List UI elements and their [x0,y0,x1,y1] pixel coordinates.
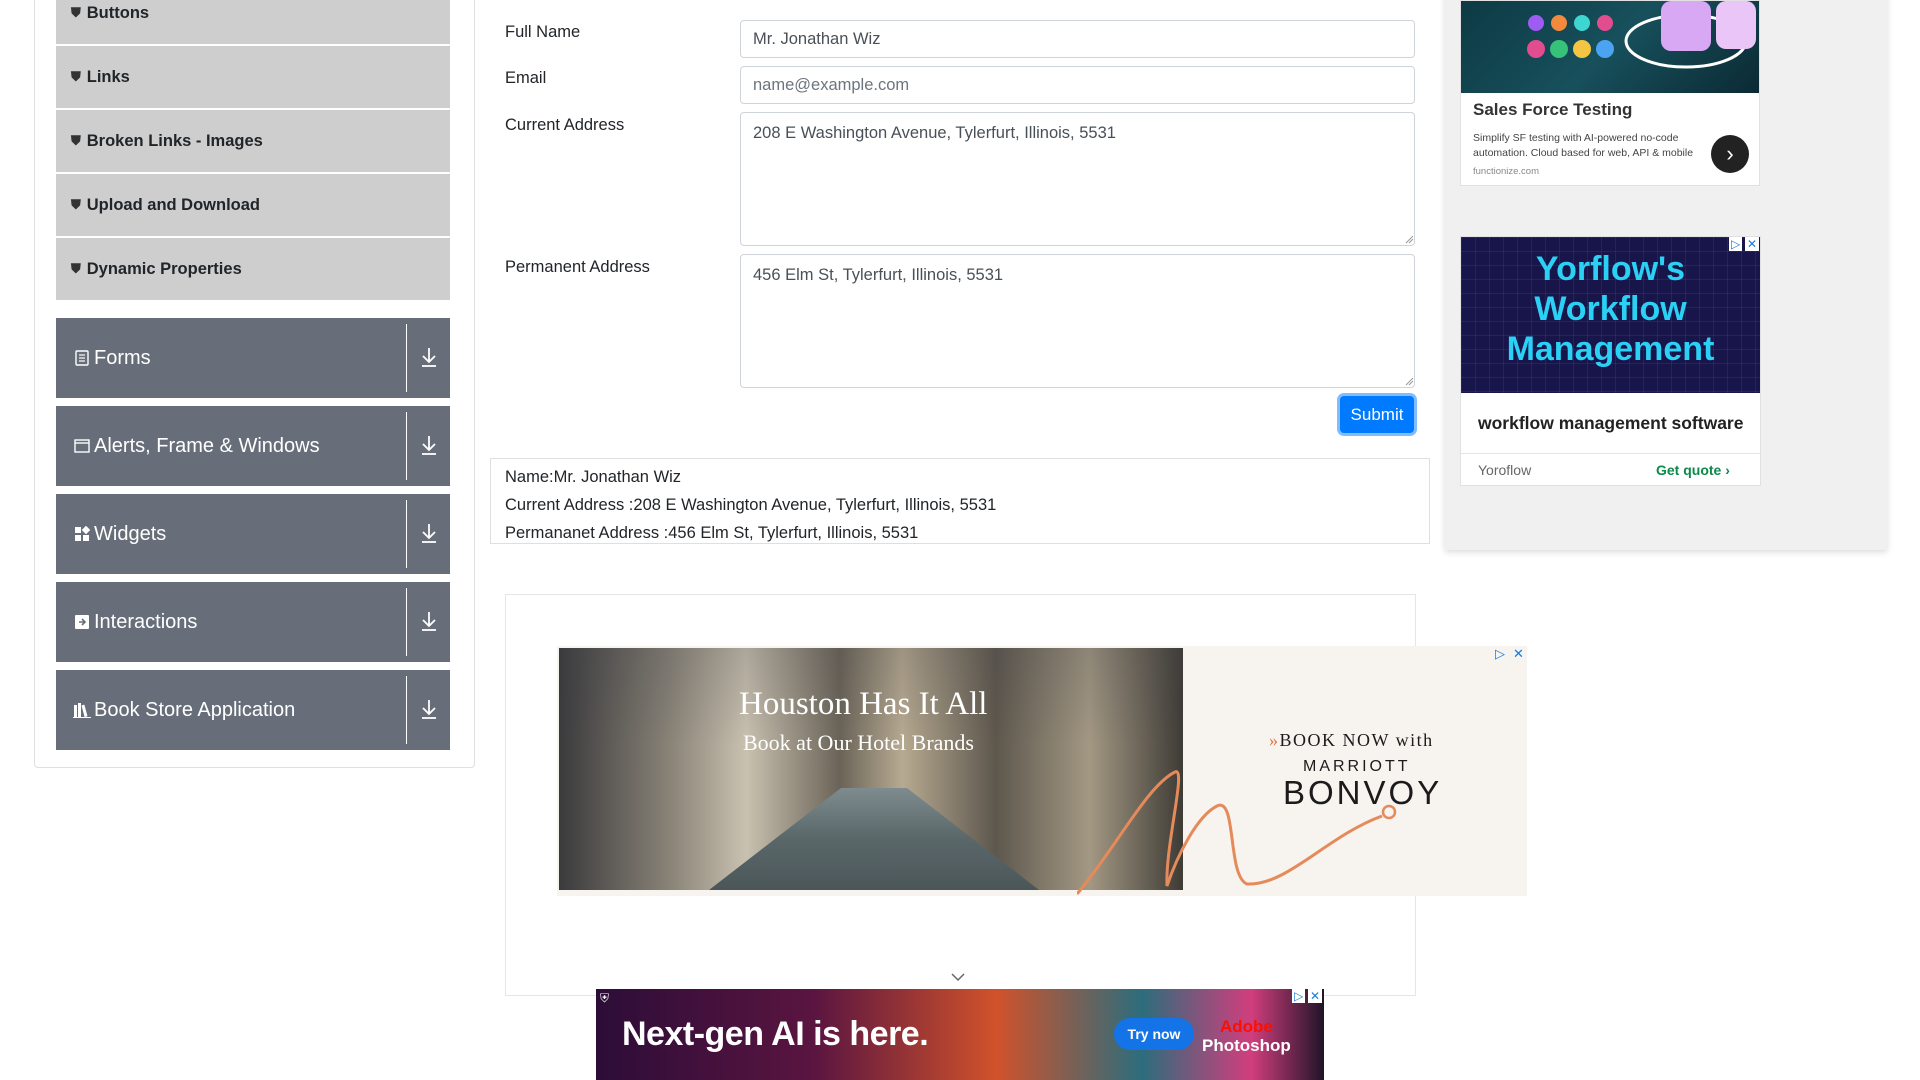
brand-line-2: Photoshop [1202,1036,1291,1055]
ad-headline: Next-gen AI is here. [622,1015,929,1053]
ad-subtitle: Book at Our Hotel Brands [743,730,974,755]
ad-title: Houston Has It All [739,686,988,722]
ad-brand: Yoroflow [1478,462,1532,478]
ad-body: Simplify SF testing with AI-powered no-c… [1473,132,1694,159]
books-icon [73,702,91,718]
yoroflow-ad[interactable]: Yorflow's Workflow Management ▷ ✕ workfl… [1460,236,1761,486]
output-name: Name:Mr. Jonathan Wiz [505,468,682,486]
group-widgets[interactable]: Widgets [56,494,450,574]
adchoices-icon[interactable]: ▷ [1495,646,1505,662]
resize-grip-icon[interactable] [1404,376,1414,386]
bonvoy-text: BONVOY [1283,774,1443,811]
item-icon: ⛊ [71,69,81,84]
photoshop-ad[interactable]: Next-gen AI is here. Try now Adobe Photo… [596,989,1324,1080]
ad-banner: Yorflow's Workflow Management [1461,237,1760,393]
group-label: Interactions [94,610,198,633]
ad-graphic [1527,1,1756,69]
item-icon: ⛊ [71,5,81,20]
divider [406,588,407,656]
output-current-address: Current Address :208 E Washington Avenue… [505,496,997,514]
ad-close-icon[interactable]: ✕ [1745,237,1760,251]
current-address-textarea[interactable]: 208 E Washington Avenue, Tylerfurt, Illi… [740,112,1415,246]
ad-headline: Yorflow's Workflow Management [1506,250,1715,368]
adobe-brand: Adobe Photoshop [1202,1017,1291,1055]
current-address-label: Current Address [505,116,625,134]
group-label: Widgets [94,522,167,545]
adchoices-icon[interactable]: ▷ [1292,989,1306,1003]
ad-close-icon[interactable]: ✕ [1308,989,1323,1003]
email-label: Email [505,69,547,87]
divider [406,412,407,480]
book-now-label: BOOK NOW with [1279,730,1434,750]
window-icon [73,439,91,453]
book-now-text: »BOOK NOW with [1269,730,1434,750]
submit-button[interactable]: Submit [1340,396,1414,433]
get-quote-link[interactable]: Get quote › [1656,462,1730,478]
download-icon[interactable] [418,432,440,458]
permanent-address-textarea[interactable]: 456 Elm St, Tylerfurt, Illinois, 5531 [740,254,1415,388]
hotel-ad[interactable]: Houston Has It All Book at Our Hotel Bra… [557,646,1527,896]
menu-item-label: Dynamic Properties [86,259,242,278]
resize-grip-icon[interactable] [1404,234,1414,244]
permanent-address-label: Permanent Address [505,258,650,276]
download-icon[interactable] [418,696,440,722]
divider [406,500,407,568]
group-label: Book Store Application [94,698,296,721]
ad-close-icon[interactable]: ✕ [1513,646,1524,662]
menu-item-broken-links[interactable]: ⛊ Broken Links - Images [56,110,450,172]
full-name-input[interactable] [740,20,1415,58]
divider [1461,453,1760,454]
menu-item-label: Broken Links - Images [86,131,263,150]
form-icon [73,350,91,366]
chevron-right-icon[interactable]: › [1711,135,1749,173]
group-alerts-frame-windows[interactable]: Alerts, Frame & Windows [56,406,450,486]
interactions-icon [73,614,91,630]
menu-item-upload-download[interactable]: ⛊ Upload and Download [56,174,450,236]
menu-item-links[interactable]: ⛊ Links [56,46,450,108]
download-icon[interactable] [418,344,440,370]
cta-label: Get quote [1656,462,1722,478]
email-input[interactable] [740,66,1415,104]
group-label: Forms [94,346,151,369]
shield-icon: ⛨ [600,991,610,1005]
ad-description: workflow management software [1478,413,1744,433]
item-icon: ⛊ [71,133,81,148]
download-icon[interactable] [418,520,440,546]
item-icon: ⛊ [71,197,81,212]
divider [406,676,407,744]
item-icon: ⛊ [71,261,81,276]
brand-line-1: Adobe [1219,1017,1273,1036]
chevron-down-icon[interactable] [950,972,966,982]
widgets-icon [73,526,91,542]
ad-domain: functionize.com [1473,166,1540,177]
street-image [709,788,1039,890]
group-label: Alerts, Frame & Windows [94,434,320,457]
download-icon[interactable] [418,608,440,634]
ad-image [1461,1,1759,93]
try-now-button[interactable]: Try now [1114,1018,1194,1050]
menu-item-label: Links [86,67,130,86]
adchoices-icon[interactable]: ▷ [1729,237,1743,251]
menu-item-label: Upload and Download [86,195,261,214]
group-interactions[interactable]: Interactions [56,582,450,662]
full-name-label: Full Name [505,23,581,41]
ad-title: Sales Force Testing [1473,100,1633,119]
menu-item-dynamic-properties[interactable]: ⛊ Dynamic Properties [56,238,450,300]
output-permanent-address: Permananet Address :456 Elm St, Tylerfur… [505,524,919,542]
menu-item-buttons[interactable]: ⛊ Buttons [56,0,450,44]
output-box: Name:Mr. Jonathan Wiz Current Address :2… [490,458,1430,544]
group-book-store[interactable]: Book Store Application [56,670,450,750]
menu-item-label: Buttons [86,3,150,22]
divider [406,324,407,392]
salesforce-ad[interactable]: Sales Force Testing Simplify SF testing … [1460,0,1760,186]
group-forms[interactable]: Forms [56,318,450,398]
